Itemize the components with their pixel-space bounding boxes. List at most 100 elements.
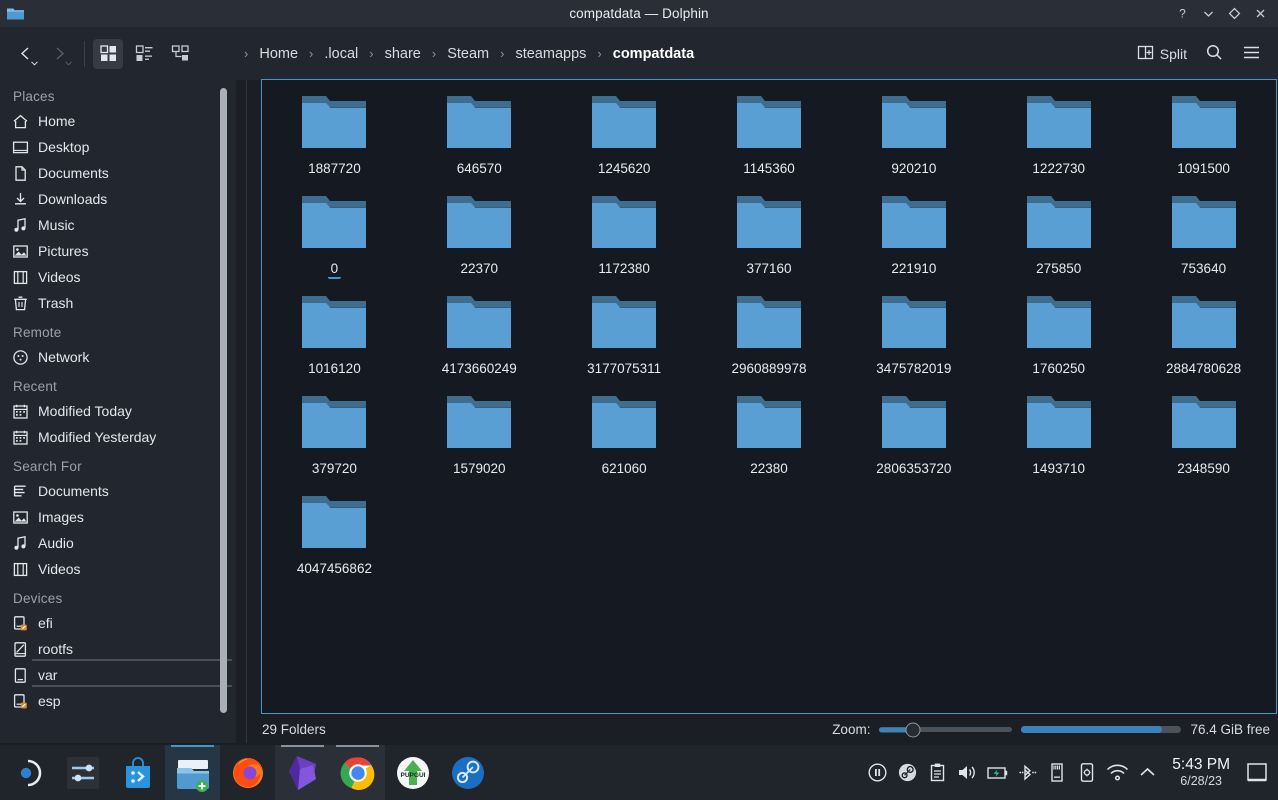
- folder-item[interactable]: 1493710: [986, 388, 1131, 488]
- task-dolphin[interactable]: [165, 745, 220, 800]
- task-steam[interactable]: [440, 745, 495, 800]
- sidebar-item-pictures[interactable]: Pictures: [0, 238, 236, 264]
- folder-item[interactable]: 1579020: [407, 388, 552, 488]
- task-system-settings[interactable]: [55, 745, 110, 800]
- zoom-slider[interactable]: [879, 722, 1013, 737]
- folder-item[interactable]: 377160: [697, 188, 842, 288]
- breadcrumb-item-compatdata[interactable]: compatdata: [608, 43, 699, 65]
- task-protonup[interactable]: PUPGUI: [385, 745, 440, 800]
- sidebar-item-videos[interactable]: Videos: [0, 556, 236, 582]
- forward-dropdown-icon[interactable]: [65, 60, 72, 68]
- folder-item[interactable]: 275850: [986, 188, 1131, 288]
- folder-item[interactable]: 1222730: [986, 88, 1131, 188]
- breadcrumb-item-share[interactable]: share: [380, 43, 426, 65]
- show-desktop-button[interactable]: [1240, 745, 1274, 800]
- sidebar-item-modified-yesterday[interactable]: Modified Yesterday: [0, 424, 236, 450]
- forward-button[interactable]: [42, 37, 76, 71]
- sidebar-scrollbar[interactable]: [220, 88, 227, 713]
- folder-item[interactable]: 1145360: [697, 88, 842, 188]
- folder-item[interactable]: 1016120: [262, 288, 407, 388]
- folder-item[interactable]: 1172380: [552, 188, 697, 288]
- search-button[interactable]: [1198, 38, 1231, 70]
- folder-item[interactable]: 22380: [697, 388, 842, 488]
- sidebar-item-audio[interactable]: Audio: [0, 530, 236, 556]
- breadcrumb-item-local[interactable]: .local: [319, 43, 363, 65]
- folder-item[interactable]: 753640: [1131, 188, 1276, 288]
- digital-clock[interactable]: 5:43 PM 6/28/23: [1162, 745, 1240, 800]
- folder-name-label: 1245620: [597, 161, 651, 176]
- view-mode-details[interactable]: [165, 39, 195, 69]
- sidebar-item-documents[interactable]: Documents: [0, 160, 236, 186]
- folder-item[interactable]: 0: [262, 188, 407, 288]
- sidebar-item-desktop[interactable]: Desktop: [0, 134, 236, 160]
- view-mode-icons[interactable]: [93, 38, 123, 69]
- split-button[interactable]: Split: [1130, 39, 1194, 69]
- folder-item[interactable]: 1091500: [1131, 88, 1276, 188]
- folder-item[interactable]: 920210: [841, 88, 986, 188]
- sidebar-item-network[interactable]: Network: [0, 344, 236, 370]
- task-obsidian[interactable]: [275, 745, 330, 800]
- folder-item[interactable]: 379720: [262, 388, 407, 488]
- minimize-button[interactable]: [1196, 2, 1220, 26]
- kdeconnect-icon[interactable]: [1072, 745, 1102, 800]
- zoom-slider-handle[interactable]: [905, 722, 921, 737]
- show-hidden-icons-icon[interactable]: [1132, 745, 1162, 800]
- folder-item[interactable]: 3177075311: [552, 288, 697, 388]
- folder-item[interactable]: 22370: [407, 188, 552, 288]
- clipboard-icon[interactable]: [922, 745, 952, 800]
- free-space-bar[interactable]: [1021, 726, 1182, 733]
- volume-icon[interactable]: [952, 745, 982, 800]
- sidebar-item-downloads[interactable]: Downloads: [0, 186, 236, 212]
- sidebar-item-documents[interactable]: Documents: [0, 478, 236, 504]
- sidebar-splitter[interactable]: [246, 80, 247, 743]
- task-application-launcher[interactable]: [0, 745, 55, 800]
- folder-item[interactable]: 2806353720: [841, 388, 986, 488]
- task-firefox[interactable]: [220, 745, 275, 800]
- folder-item[interactable]: 2960889978: [697, 288, 842, 388]
- bluetooth-icon[interactable]: [1012, 745, 1042, 800]
- back-dropdown-icon[interactable]: [31, 60, 38, 68]
- back-button[interactable]: [8, 37, 42, 71]
- sidebar-item-trash[interactable]: Trash: [0, 290, 236, 316]
- sidebar-item-var[interactable]: var: [0, 662, 236, 688]
- sidebar-item-images[interactable]: Images: [0, 504, 236, 530]
- folder-item[interactable]: 1760250: [986, 288, 1131, 388]
- sidebar-item-modified-today[interactable]: Modified Today: [0, 398, 236, 424]
- help-button[interactable]: ?: [1170, 2, 1194, 26]
- task-chrome[interactable]: [330, 745, 385, 800]
- sidebar-item-label: Audio: [38, 535, 74, 551]
- sidebar-item-rootfs[interactable]: rootfs: [0, 636, 236, 662]
- sidebar-item-efi[interactable]: efi: [0, 610, 236, 636]
- task-discover[interactable]: [110, 745, 165, 800]
- folder-item[interactable]: 221910: [841, 188, 986, 288]
- breadcrumb-item-steamapps[interactable]: steamapps: [510, 43, 591, 65]
- sidebar-item-esp[interactable]: esp: [0, 688, 236, 714]
- sidebar-item-music[interactable]: Music: [0, 212, 236, 238]
- folder-item[interactable]: 1245620: [552, 88, 697, 188]
- menu-button[interactable]: [1235, 38, 1268, 70]
- breadcrumb-item-steam[interactable]: Steam: [442, 43, 494, 65]
- free-space-label: 76.4 GiB free: [1190, 722, 1270, 737]
- folder-item[interactable]: 2884780628: [1131, 288, 1276, 388]
- steam-tray-icon[interactable]: [892, 745, 922, 800]
- folder-item[interactable]: 646570: [407, 88, 552, 188]
- folder-item[interactable]: 621060: [552, 388, 697, 488]
- breadcrumb-item-home[interactable]: Home: [254, 43, 303, 65]
- folder-item[interactable]: 4047456862: [262, 488, 407, 588]
- file-view[interactable]: 1887720 646570 1245620 1145360 920210 1222730…: [261, 79, 1277, 714]
- wifi-icon[interactable]: [1102, 745, 1132, 800]
- battery-icon[interactable]: [982, 745, 1012, 800]
- folder-item[interactable]: 2348590: [1131, 388, 1276, 488]
- folder-item[interactable]: 4173660249: [407, 288, 552, 388]
- sidebar-item-home[interactable]: Home: [0, 108, 236, 134]
- sidebar-item-videos[interactable]: Videos: [0, 264, 236, 290]
- folder-item[interactable]: 3475782019: [841, 288, 986, 388]
- usb-device-icon[interactable]: [1042, 745, 1072, 800]
- close-button[interactable]: [1248, 2, 1272, 26]
- media-player-icon[interactable]: [862, 745, 892, 800]
- device-capacity-bar: [32, 685, 232, 687]
- taskbar-tasks: PUPGUI: [0, 745, 495, 800]
- view-mode-compact[interactable]: [129, 39, 159, 69]
- folder-item[interactable]: 1887720: [262, 88, 407, 188]
- maximize-button[interactable]: [1222, 2, 1246, 26]
